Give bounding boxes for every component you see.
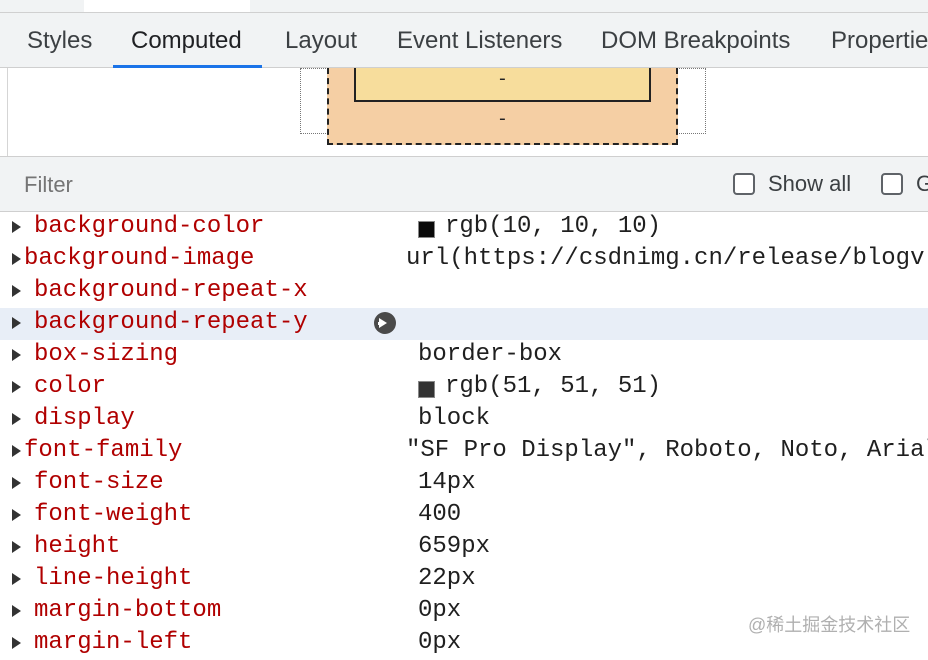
property-row[interactable]: color rgb(51, 51, 51) (0, 372, 928, 404)
watermark: @稀土掘金技术社区 (748, 615, 911, 635)
color-swatch-icon[interactable] (418, 381, 435, 398)
property-name: color (34, 373, 107, 400)
selected-element-tab[interactable] (84, 0, 250, 12)
property-value: "SF Pro Display", Roboto, Noto, Arial (406, 437, 928, 464)
property-name: background-repeat-x (34, 277, 308, 304)
goto-arrow-icon[interactable] (374, 312, 396, 334)
property-name: background-repeat-y (34, 309, 308, 336)
left-divider (7, 68, 8, 156)
expand-triangle-icon[interactable] (12, 349, 21, 361)
property-name: margin-bottom (34, 597, 222, 624)
property-value: block (418, 405, 491, 432)
expand-triangle-icon[interactable] (12, 573, 21, 585)
box-model-border-value[interactable]: - (497, 110, 508, 130)
property-row[interactable]: display block (0, 404, 928, 436)
expand-triangle-icon[interactable] (12, 413, 21, 425)
expand-triangle-icon[interactable] (12, 317, 21, 329)
expand-triangle-icon[interactable] (12, 381, 21, 393)
property-row[interactable]: font-size 14px (0, 468, 928, 500)
property-row[interactable]: box-sizing border-box (0, 340, 928, 372)
property-value: url(https://csdnimg.cn/release/blogv (406, 245, 925, 272)
panel-tab-bar: Styles Computed Layout Event Listeners D… (0, 13, 928, 68)
property-value: 0px (418, 629, 462, 656)
show-all-label[interactable]: Show all (768, 171, 851, 197)
show-all-checkbox[interactable] (733, 173, 755, 195)
tab-dom-breakpoints[interactable]: DOM Breakpoints (601, 13, 790, 67)
property-name: background-image (24, 245, 255, 272)
property-name: height (34, 533, 121, 560)
expand-triangle-icon[interactable] (12, 477, 21, 489)
property-row[interactable]: font-weight 400 (0, 500, 928, 532)
box-model-padding-value[interactable]: - (497, 70, 508, 90)
tab-event-listeners[interactable]: Event Listeners (397, 13, 562, 67)
filter-input[interactable] (22, 171, 426, 199)
color-swatch-icon[interactable] (418, 221, 435, 238)
tab-properties[interactable]: Propertie (831, 13, 928, 67)
property-value: border-box (418, 341, 563, 368)
property-name: margin-left (34, 629, 193, 656)
property-value: 22px (418, 565, 476, 592)
property-name: line-height (34, 565, 193, 592)
tab-styles[interactable]: Styles (27, 13, 92, 67)
property-row[interactable]: height 659px (0, 532, 928, 564)
tab-computed[interactable]: Computed (113, 13, 262, 68)
expand-triangle-icon[interactable] (12, 253, 21, 265)
expand-triangle-icon[interactable] (12, 445, 21, 457)
computed-properties-list: background-color rgb(10, 10, 10) backgro… (0, 212, 928, 656)
expand-triangle-icon[interactable] (12, 605, 21, 617)
expand-triangle-icon[interactable] (12, 637, 21, 649)
property-value: rgb(51, 51, 51) (445, 373, 662, 400)
property-row[interactable]: background-image url(https://csdnimg.cn/… (0, 244, 928, 276)
property-value: rgb(10, 10, 10) (445, 213, 662, 240)
property-row[interactable]: background-repeat-x (0, 276, 928, 308)
property-row[interactable]: font-family "SF Pro Display", Roboto, No… (0, 436, 928, 468)
filter-bar: Show all G (0, 156, 928, 212)
property-row[interactable]: background-color rgb(10, 10, 10) (0, 212, 928, 244)
property-name: font-family (24, 437, 183, 464)
property-name: display (34, 405, 135, 432)
group-checkbox[interactable] (881, 173, 903, 195)
property-value: 400 (418, 501, 462, 528)
property-row[interactable]: background-repeat-y (0, 308, 928, 340)
property-name: font-weight (34, 501, 193, 528)
property-value: 0px (418, 597, 462, 624)
expand-triangle-icon[interactable] (12, 509, 21, 521)
property-value: 14px (418, 469, 476, 496)
property-value: 659px (418, 533, 491, 560)
property-row[interactable]: line-height 22px (0, 564, 928, 596)
tab-layout[interactable]: Layout (285, 13, 357, 67)
top-toolbar-strip (0, 0, 928, 13)
expand-triangle-icon[interactable] (12, 221, 21, 233)
property-name: box-sizing (34, 341, 179, 368)
property-name: font-size (34, 469, 164, 496)
property-name: background-color (34, 213, 265, 240)
group-label[interactable]: G (916, 171, 928, 197)
expand-triangle-icon[interactable] (12, 541, 21, 553)
expand-triangle-icon[interactable] (12, 285, 21, 297)
